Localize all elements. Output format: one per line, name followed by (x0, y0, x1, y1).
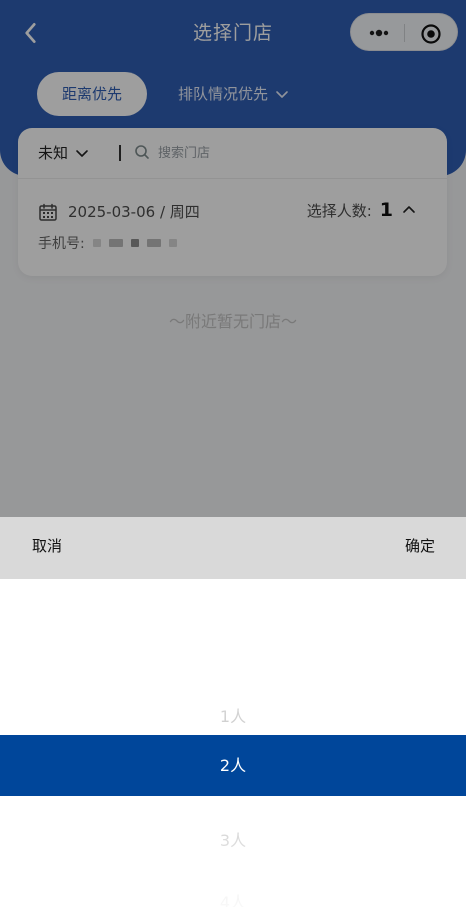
picker-option-4[interactable]: 4人 (0, 889, 466, 907)
picker-option-3[interactable]: 3人 (0, 827, 466, 851)
picker-toolbar: 取消 确定 (0, 517, 466, 579)
cancel-button[interactable]: 取消 (32, 535, 62, 556)
picker-selected-label: 2人 (219, 756, 247, 775)
people-picker[interactable]: 1人 2人 3人 4人 (0, 579, 466, 907)
picker-option-1[interactable]: 1人 (0, 703, 466, 727)
people-picker-sheet: 取消 确定 1人 2人 3人 4人 (0, 517, 466, 907)
confirm-button[interactable]: 确定 (405, 535, 435, 556)
picker-selected-row[interactable]: 2人 (0, 735, 466, 796)
